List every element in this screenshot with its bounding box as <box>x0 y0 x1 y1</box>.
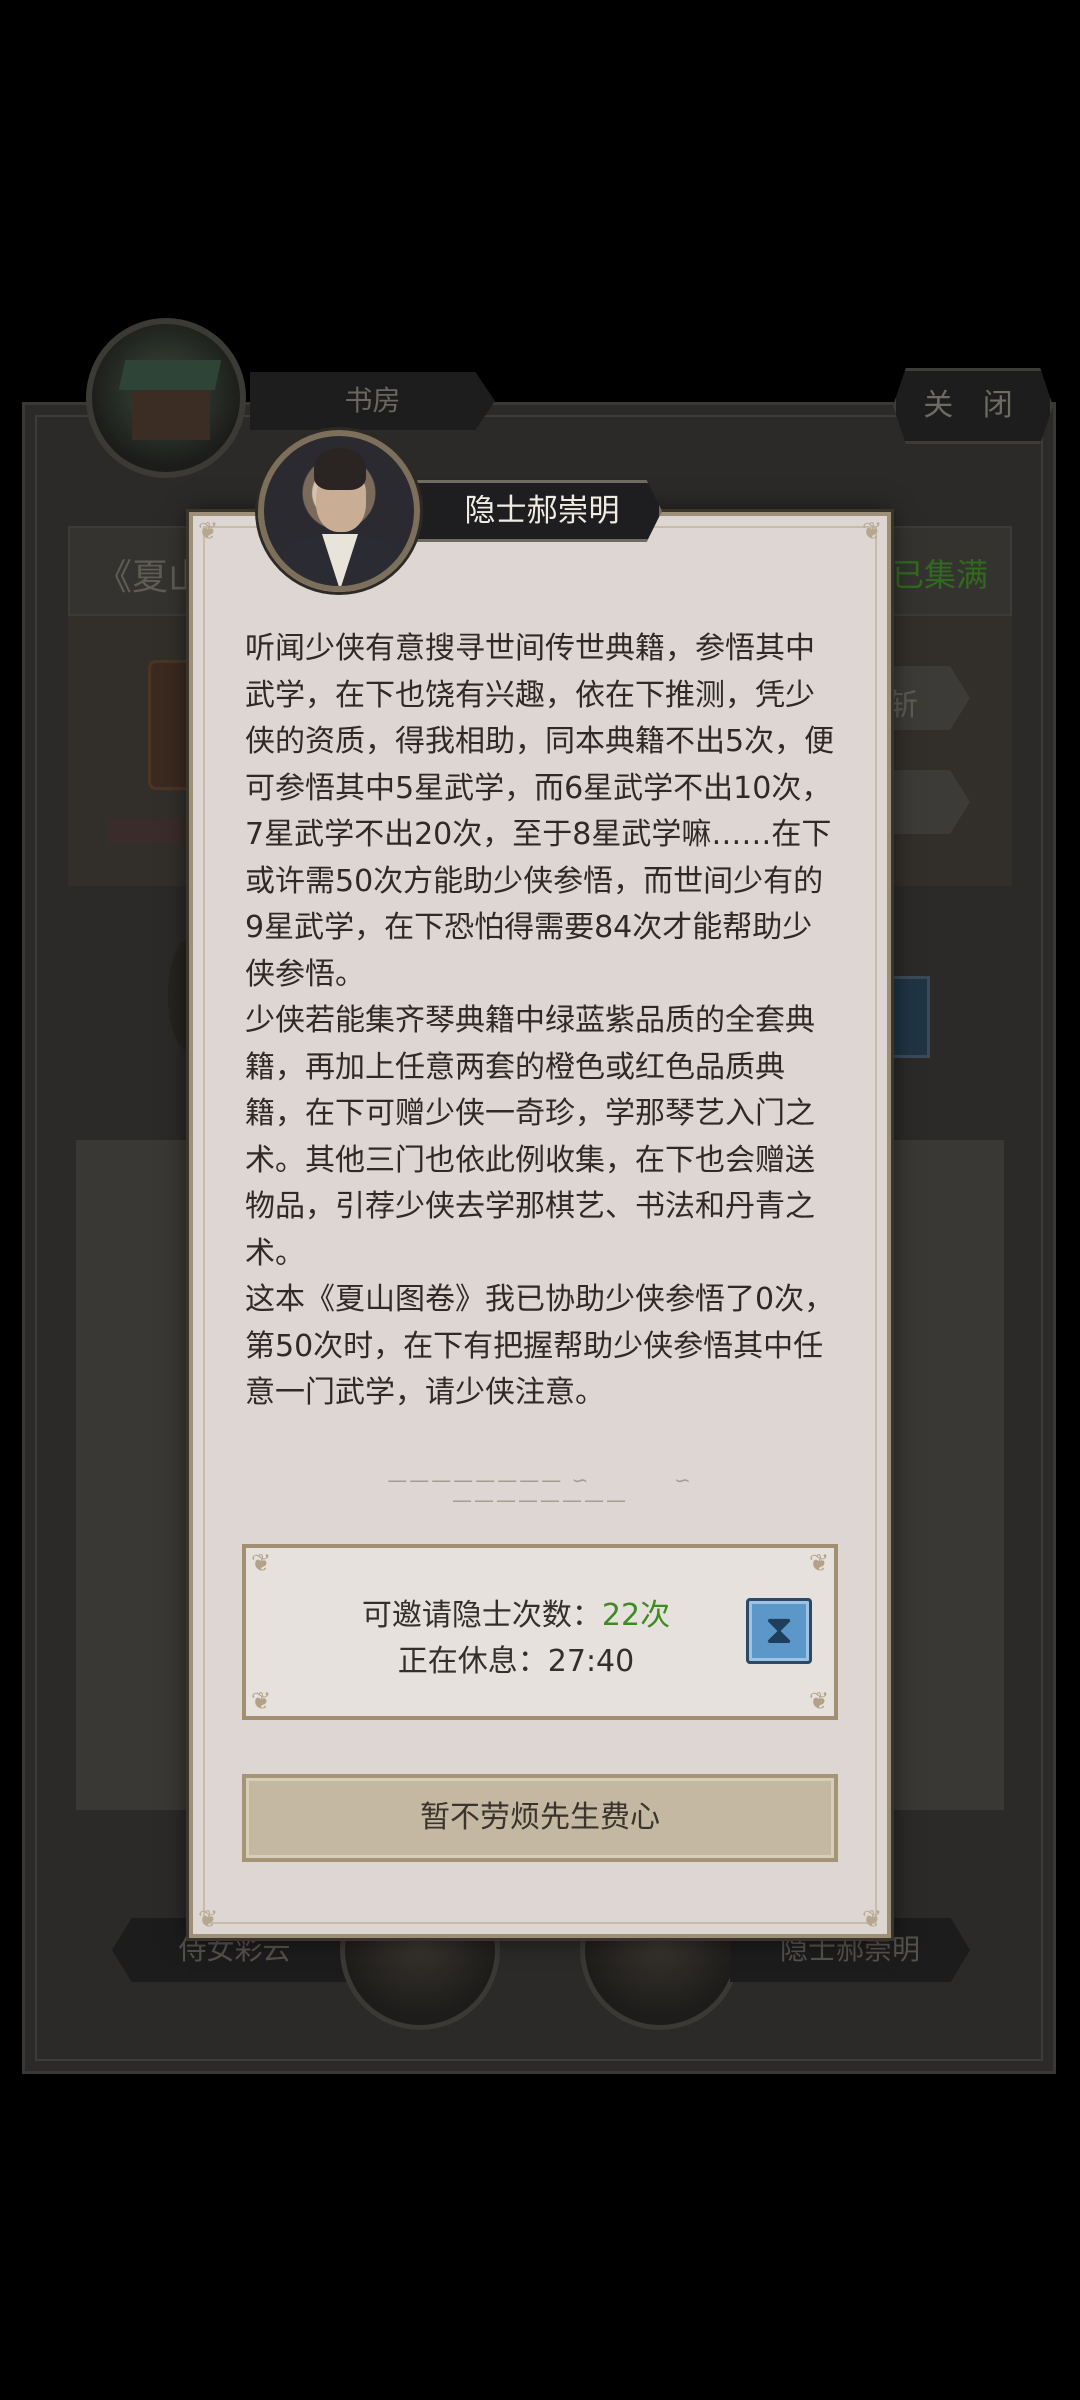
study-room-icon <box>86 318 246 478</box>
corner-ornament-icon: ❦ <box>197 1905 219 1933</box>
portrait-hair <box>314 448 366 490</box>
close-button[interactable]: 关 闭 <box>893 368 1053 444</box>
side-button-label: 斩 <box>888 688 918 723</box>
hourglass-icon[interactable]: ⧗ <box>746 1598 812 1664</box>
corner-ornament-icon: ❦ <box>861 517 883 545</box>
book-title: 《夏山 <box>96 557 205 598</box>
book-status: 已集满 <box>891 556 988 594</box>
corner-ornament-icon: ❦ <box>808 1687 830 1715</box>
corner-ornament-icon: ❦ <box>861 1905 883 1933</box>
speaker-name: 隐士郝崇明 <box>406 480 662 542</box>
dialog-text: 听闻少侠有意搜寻世间传世典籍，参悟其中武学，在下也饶有兴趣，依在下推测，凭少侠的… <box>245 631 835 1410</box>
roof-shape <box>118 360 222 390</box>
invite-count-label: 可邀请隐士次数： <box>361 1598 602 1633</box>
corner-ornament-icon: ❦ <box>250 1549 272 1577</box>
corner-ornament-icon: ❦ <box>250 1687 272 1715</box>
corner-ornament-icon: ❦ <box>808 1549 830 1577</box>
invite-count: 可邀请隐士次数：22次 <box>246 1590 786 1634</box>
rest-timer: 正在休息：27:40 <box>397 1644 635 1679</box>
wall-shape <box>132 390 210 440</box>
ornamental-divider: ———————— ∽ ∽ ———————— <box>387 1468 693 1512</box>
decline-button[interactable]: 暂不劳烦先生费心 <box>242 1774 838 1862</box>
room-tab: 书房 <box>250 372 495 430</box>
invite-count-value: 22次 <box>601 1598 671 1633</box>
hermit-portrait <box>258 430 420 592</box>
corner-ornament-icon: ❦ <box>197 517 219 545</box>
invite-info-box: ❦ ❦ ❦ ❦ 可邀请隐士次数：22次 正在休息：27:40 ⧗ <box>242 1544 838 1720</box>
